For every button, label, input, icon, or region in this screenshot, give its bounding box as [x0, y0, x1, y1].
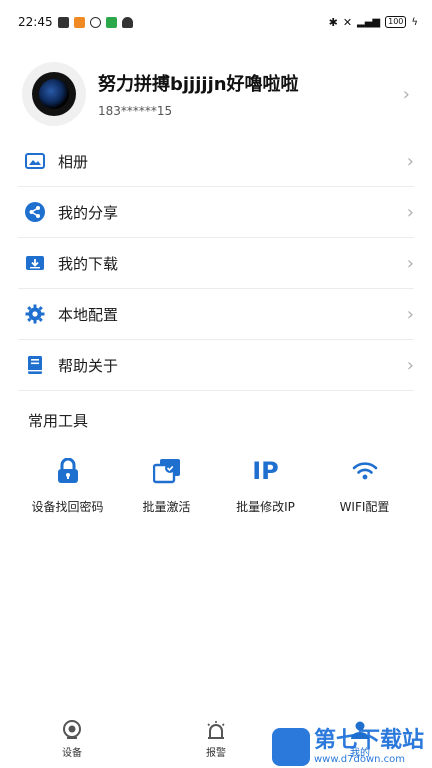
- avatar[interactable]: [22, 62, 86, 126]
- circle-notification-icon: [89, 16, 101, 28]
- profile-text: 努力拼搏bjjjjjn好嚕啦啦 183******15: [98, 70, 403, 118]
- menu-item-download[interactable]: 我的下载 ›: [18, 238, 414, 289]
- signal-icon: ▂▄▆: [357, 16, 381, 28]
- menu-item-help-about[interactable]: 帮助关于 ›: [18, 340, 414, 391]
- tab-devices[interactable]: 设备: [32, 719, 112, 759]
- menu-label: 相册: [58, 152, 89, 171]
- chevron-right-icon: ›: [402, 83, 410, 105]
- tool-label: 批量激活: [142, 500, 191, 514]
- menu-label: 本地配置: [58, 305, 119, 324]
- mute-icon: ✕: [342, 15, 353, 29]
- notification-icon: [57, 16, 69, 28]
- album-icon: [24, 150, 46, 172]
- tab-label: 报警: [206, 747, 226, 759]
- chevron-right-icon: ›: [406, 150, 414, 172]
- status-time: 22:45: [18, 15, 53, 29]
- menu-list: 相册 › 我的分享 › 我的下载 › 本地配置 › 帮助关于 ›: [18, 136, 414, 391]
- lock-icon: [56, 456, 80, 486]
- camera-lens-icon: [32, 72, 76, 116]
- gear-icon: [24, 303, 46, 325]
- watermark-text: 第七下载站 www.d7down.com: [314, 728, 424, 766]
- status-bar: 22:45 ✱ ✕ ▂▄▆ 100 ϟ: [0, 0, 432, 44]
- ip-icon: IP: [252, 457, 279, 485]
- batch-activate-icon: [152, 456, 181, 486]
- tool-recover-password[interactable]: 设备找回密码: [18, 456, 117, 515]
- tool-batch-modify-ip[interactable]: IP 批量修改IP: [216, 456, 315, 515]
- alarm-icon: [207, 720, 225, 739]
- share-icon: [24, 201, 46, 223]
- chevron-right-icon: ›: [406, 303, 414, 325]
- help-book-icon: [24, 354, 46, 376]
- tab-alarm[interactable]: 报警: [176, 720, 256, 759]
- tool-label: 批量修改IP: [236, 500, 295, 514]
- bluetooth-icon: ✱: [328, 15, 338, 29]
- charging-icon: ϟ: [411, 16, 418, 28]
- bell-notification-icon: [121, 16, 133, 28]
- chat-notification-icon: [105, 16, 117, 28]
- menu-label: 我的下载: [58, 254, 119, 273]
- menu-item-album[interactable]: 相册 ›: [18, 136, 414, 187]
- tab-label: 设备: [62, 747, 82, 759]
- chevron-right-icon: ›: [406, 354, 414, 376]
- menu-label: 帮助关于: [58, 356, 119, 375]
- status-right: ✱ ✕ ▂▄▆ 100 ϟ: [329, 16, 418, 29]
- watermark-main: 第七下载站: [313, 728, 424, 753]
- profile-name: 努力拼搏bjjjjjn好嚕啦啦: [98, 74, 299, 95]
- profile-row[interactable]: 努力拼搏bjjjjjn好嚕啦啦 183******15 ›: [0, 58, 432, 130]
- chevron-right-icon: ›: [406, 252, 414, 274]
- profile-phone: 183******15: [98, 104, 173, 118]
- camera-icon: [63, 719, 81, 739]
- tool-batch-activate[interactable]: 批量激活: [117, 456, 216, 515]
- menu-item-local-config[interactable]: 本地配置 ›: [18, 289, 414, 340]
- battery-icon: 100: [385, 16, 407, 28]
- wifi-icon: [352, 456, 378, 486]
- app-notification-icon: [73, 16, 85, 28]
- tool-label: WIFI配置: [339, 500, 390, 514]
- tool-wifi-config[interactable]: WIFI配置: [315, 456, 414, 515]
- watermark-sub: www.d7down.com: [313, 754, 406, 765]
- tool-label: 设备找回密码: [31, 500, 104, 514]
- menu-label: 我的分享: [58, 203, 119, 222]
- chevron-right-icon: ›: [406, 201, 414, 223]
- download-icon: [24, 252, 46, 274]
- menu-item-share[interactable]: 我的分享 ›: [18, 187, 414, 238]
- tools-grid: 设备找回密码 批量激活 IP 批量修改IP WIFI配置: [18, 456, 414, 515]
- status-left: 22:45: [18, 15, 133, 29]
- watermark: 第七下载站 www.d7down.com: [271, 728, 424, 766]
- watermark-logo-icon: [271, 728, 310, 766]
- tools-section-title: 常用工具: [28, 412, 89, 430]
